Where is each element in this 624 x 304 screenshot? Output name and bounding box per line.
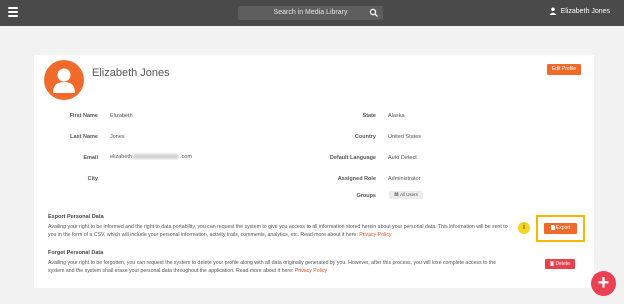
last-name-label: Last Name xyxy=(70,134,98,140)
state-value: Alaska xyxy=(388,113,405,119)
export-button-label: Export xyxy=(555,225,571,231)
delete-button-label: Delete xyxy=(555,261,570,267)
country-value: United States xyxy=(388,134,422,140)
last-name-value: Jones xyxy=(110,134,125,140)
edit-profile-button[interactable]: Edit Profile xyxy=(547,64,581,75)
forget-description: Availing your right to be forgotten, you… xyxy=(48,260,497,274)
export-button[interactable]: Export xyxy=(544,223,577,234)
person-icon xyxy=(53,68,75,93)
email-redacted xyxy=(133,154,180,160)
default-language-value: Auto Detect xyxy=(388,155,417,161)
forget-privacy-link[interactable]: Privacy Policy xyxy=(295,268,327,274)
first-name-label: First Name xyxy=(69,113,98,119)
group-chip: All Users xyxy=(389,191,424,199)
state-label: State xyxy=(362,113,376,119)
export-section-title: Export Personal Data xyxy=(48,214,104,220)
profile-name: Elizabeth Jones xyxy=(92,67,170,79)
group-chip-label: All Users xyxy=(400,192,419,197)
info-icon[interactable]: i xyxy=(518,222,530,234)
hamburger-menu-icon[interactable] xyxy=(8,7,18,17)
delete-button[interactable]: Delete xyxy=(545,259,575,269)
city-label: City xyxy=(87,176,98,182)
export-section-text: Availing your right to be informed and t… xyxy=(48,223,508,239)
search-input[interactable]: Search in Media Library xyxy=(238,6,383,20)
users-icon xyxy=(394,192,399,196)
user-icon xyxy=(549,7,557,15)
search-placeholder: Search in Media Library xyxy=(273,9,348,16)
default-language-label: Default Language xyxy=(329,155,376,161)
document-icon xyxy=(550,224,555,230)
email-value: elizabeth .com xyxy=(110,154,192,160)
forget-section-title: Forget Personal Data xyxy=(48,250,104,256)
search-icon[interactable] xyxy=(369,8,379,18)
export-description: Availing your right to be informed and t… xyxy=(48,224,508,238)
avatar xyxy=(44,60,84,100)
user-name: Elizabeth Jones xyxy=(560,7,610,15)
assigned-role-value: Administrator xyxy=(388,176,421,182)
email-prefix: elizabeth xyxy=(110,154,133,160)
user-menu[interactable]: Elizabeth Jones xyxy=(549,7,610,15)
add-fab-button[interactable]: + xyxy=(591,271,616,296)
trash-icon xyxy=(550,260,555,266)
top-bar: Search in Media Library Elizabeth Jones xyxy=(0,0,624,26)
export-privacy-link[interactable]: Privacy Policy xyxy=(359,232,391,238)
email-label: Email xyxy=(83,155,98,161)
forget-section-text: Availing your right to be forgotten, you… xyxy=(48,259,508,275)
groups-label: Groups xyxy=(356,193,376,199)
first-name-value: Elizabeth xyxy=(110,113,133,119)
profile-card: Elizabeth Jones Edit Profile First Name … xyxy=(34,55,594,288)
email-suffix: .com xyxy=(180,154,192,160)
country-label: Country xyxy=(354,134,376,140)
assigned-role-label: Assigned Role xyxy=(337,176,376,182)
